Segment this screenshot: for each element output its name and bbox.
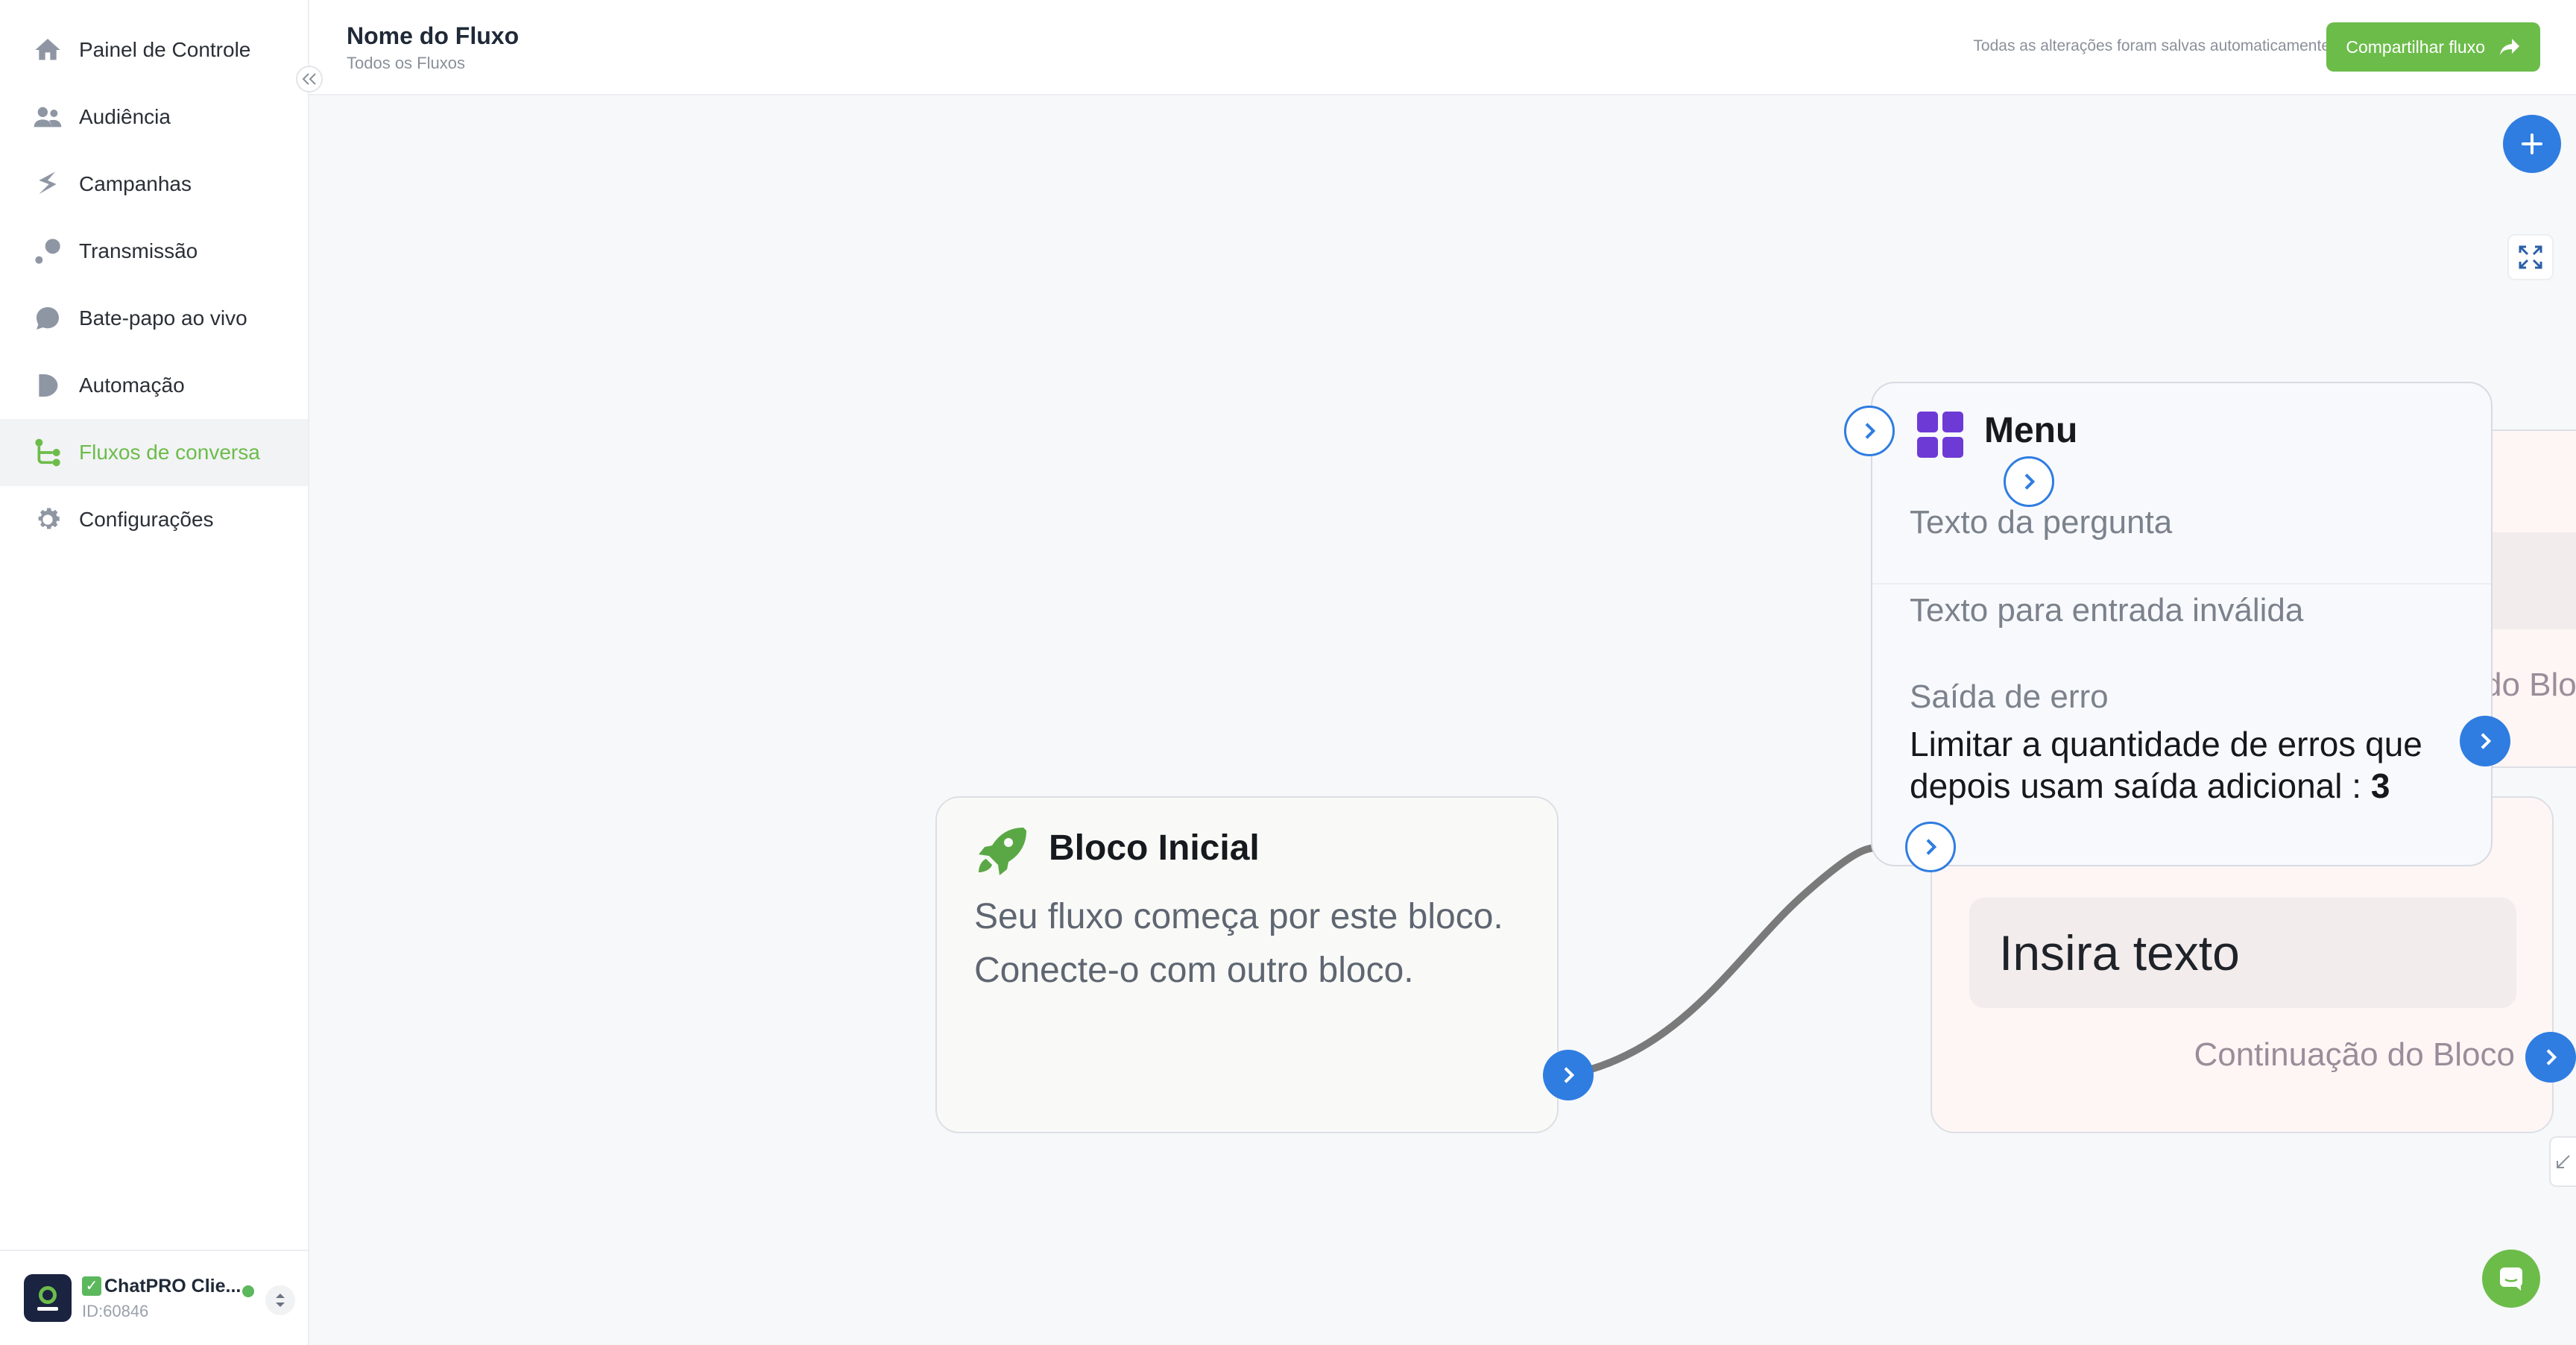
collapse-arrows-icon [2557,1155,2570,1168]
invalid-input-text-row[interactable]: Texto para entrada inválida [1910,592,2303,629]
sidebar-item-label: Bate-papo ao vivo [79,306,247,330]
share-label: Compartilhar fluxo [2346,37,2485,57]
sidebar-item-fluxos[interactable]: Fluxos de conversa [0,419,308,486]
sidebar-item-label: Audiência [79,105,171,128]
error-exit-label: Saída de erro [1910,678,2109,715]
sidebar-item-label: Transmissão [79,239,198,262]
automation-icon [31,369,64,402]
menu-block-title: Menu [1984,411,2078,450]
menu-input-port[interactable] [1844,406,1895,456]
home-icon [31,34,64,66]
sidebar-item-automacao[interactable]: Automação [0,352,308,419]
double-chevron-left-icon [302,73,316,85]
breadcrumb[interactable]: Todos os Fluxos [347,54,465,73]
share-arrow-icon [2500,39,2519,55]
start-block-description: Seu fluxo começa por este bloco. Conecte… [974,897,1503,990]
menu-error-output-port[interactable] [2460,716,2510,766]
gear-icon [31,503,64,536]
add-block-button[interactable] [2503,115,2561,173]
chat-bubble-icon [31,302,64,335]
online-status-dot [242,1285,254,1297]
start-block[interactable]: Bloco Inicial Seu fluxo começa por este … [935,796,1559,1133]
sidebar-item-bate-papo[interactable]: Bate-papo ao vivo [0,285,308,352]
verified-icon: ✓ [82,1276,101,1296]
sidebar-item-label: Painel de Controle [79,38,251,61]
users-icon [31,101,64,133]
text-block-output-port[interactable] [2525,1032,2576,1083]
flow-title[interactable]: Nome do Fluxo [347,22,519,50]
broadcast-icon [31,235,64,268]
plus-icon [2522,133,2542,154]
start-block-title: Bloco Inicial [1049,828,1260,868]
collapse-sidebar-button[interactable] [296,66,323,92]
sidebar-item-label: Campanhas [79,172,192,195]
collapse-panel-tab[interactable] [2549,1136,2576,1187]
sidebar-item-label: Automação [79,374,185,397]
account-switcher[interactable]: ✓ ChatPRO Clie... ID:60846 [0,1250,308,1345]
chat-icon [2500,1267,2522,1291]
sidebar-item-painel[interactable]: Painel de Controle [0,16,308,84]
account-name: ChatPRO Clie... [104,1275,242,1297]
sidebar-item-configuracoes[interactable]: Configurações [0,486,308,553]
block-continuation-label: do Blo [2484,667,2576,703]
start-block-output-port[interactable] [1543,1050,1594,1100]
text-input-field[interactable]: Insira texto [1969,898,2516,1008]
flow-icon [31,436,64,469]
switch-account-icon[interactable] [265,1285,295,1315]
account-id: ID:60846 [82,1301,149,1320]
chevron-right-icon [1564,1067,1575,1083]
grid-icon [1917,412,1963,458]
campaigns-icon [31,168,64,201]
account-logo [24,1274,72,1322]
support-chat-button[interactable] [2482,1250,2540,1308]
question-text-row[interactable]: Texto da pergunta [1910,504,2172,541]
error-limit-text[interactable]: Limitar a quantidade de erros que depois… [1910,723,2461,807]
sidebar-item-label: Configurações [79,508,214,531]
chevron-right-icon [1865,423,1876,439]
top-bar: Nome do Fluxo Todos os Fluxos Todas as a… [309,0,2576,95]
chevron-right-icon [2024,473,2036,490]
chevron-right-icon [2481,733,2492,749]
chevron-right-icon [1926,839,1937,855]
sidebar-item-campanhas[interactable]: Campanhas [0,151,308,218]
expand-icon [2519,245,2542,269]
chevron-right-icon [2546,1049,2557,1065]
rocket-icon [979,828,1026,875]
menu-option-port[interactable] [2004,456,2054,507]
menu-block[interactable]: Menu Texto da pergunta Texto para entrad… [1871,382,2493,866]
share-flow-button[interactable]: Compartilhar fluxo [2326,22,2540,72]
block-continuation-label: Continuação do Bloco [2194,1036,2515,1073]
sidebar-item-transmissao[interactable]: Transmissão [0,218,308,285]
divider [1872,583,2491,585]
save-status: Todas as alterações foram salvas automat… [1973,37,2330,54]
error-limit-value: 3 [2370,766,2390,805]
sidebar-item-label: Fluxos de conversa [79,441,260,464]
sidebar: Painel de Controle Audiência Campanhas T… [0,0,309,1345]
sidebar-item-audiencia[interactable]: Audiência [0,84,308,151]
fit-view-button[interactable] [2507,234,2554,280]
text-block-input-port[interactable] [1905,822,1956,872]
